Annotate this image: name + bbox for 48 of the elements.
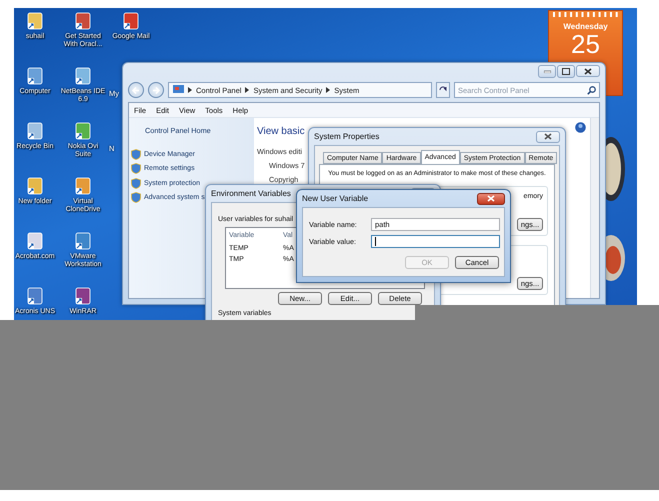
app-icon bbox=[26, 232, 44, 250]
dialog-title: New User Variable bbox=[302, 194, 368, 203]
dialog-title: System Properties bbox=[314, 132, 380, 141]
shield-icon bbox=[131, 148, 141, 160]
forward-button[interactable] bbox=[148, 82, 164, 98]
shield-icon bbox=[131, 163, 141, 174]
app-icon bbox=[26, 287, 44, 305]
close-icon bbox=[584, 68, 592, 74]
app-icon bbox=[26, 12, 44, 30]
scrollbar[interactable] bbox=[590, 118, 599, 298]
close-icon bbox=[487, 195, 495, 202]
app-icon bbox=[26, 122, 44, 140]
app-icon bbox=[26, 67, 44, 85]
app-icon bbox=[74, 177, 92, 195]
back-arrow-icon bbox=[132, 86, 140, 94]
app-icon bbox=[26, 177, 44, 195]
close-icon bbox=[544, 133, 552, 140]
help-icon[interactable] bbox=[575, 122, 586, 133]
refresh-button[interactable] bbox=[436, 82, 450, 98]
close-button[interactable] bbox=[477, 192, 505, 204]
forward-arrow-icon bbox=[152, 86, 160, 94]
shield-icon bbox=[131, 178, 141, 189]
text-cursor bbox=[375, 237, 376, 246]
app-icon bbox=[74, 287, 92, 305]
text-field[interactable] bbox=[371, 235, 500, 248]
search-icon bbox=[587, 86, 596, 94]
close-button[interactable] bbox=[536, 130, 560, 142]
maximize-icon bbox=[562, 68, 570, 75]
calendar-weekday: Wednesday bbox=[563, 22, 608, 31]
back-button[interactable] bbox=[128, 82, 144, 98]
minimize-icon bbox=[544, 70, 550, 73]
app-icon bbox=[74, 232, 92, 250]
shield-icon bbox=[131, 192, 141, 204]
binder-rings-drawing bbox=[550, 12, 620, 17]
app-icon bbox=[74, 12, 92, 30]
chevron-icon bbox=[245, 87, 250, 93]
chevron-icon bbox=[326, 87, 330, 93]
control-panel-icon bbox=[173, 85, 184, 95]
page-heading: View basic bbox=[257, 126, 305, 138]
maximize-button[interactable] bbox=[557, 65, 575, 78]
app-icon bbox=[74, 122, 92, 140]
app-icon bbox=[122, 12, 140, 30]
chevron-icon bbox=[188, 87, 192, 93]
dialog-title: Environment Variables bbox=[211, 189, 291, 198]
calendar-day: 25 bbox=[571, 31, 600, 58]
refresh-icon bbox=[439, 86, 447, 94]
app-icon bbox=[74, 67, 92, 85]
close-button[interactable] bbox=[576, 65, 600, 77]
